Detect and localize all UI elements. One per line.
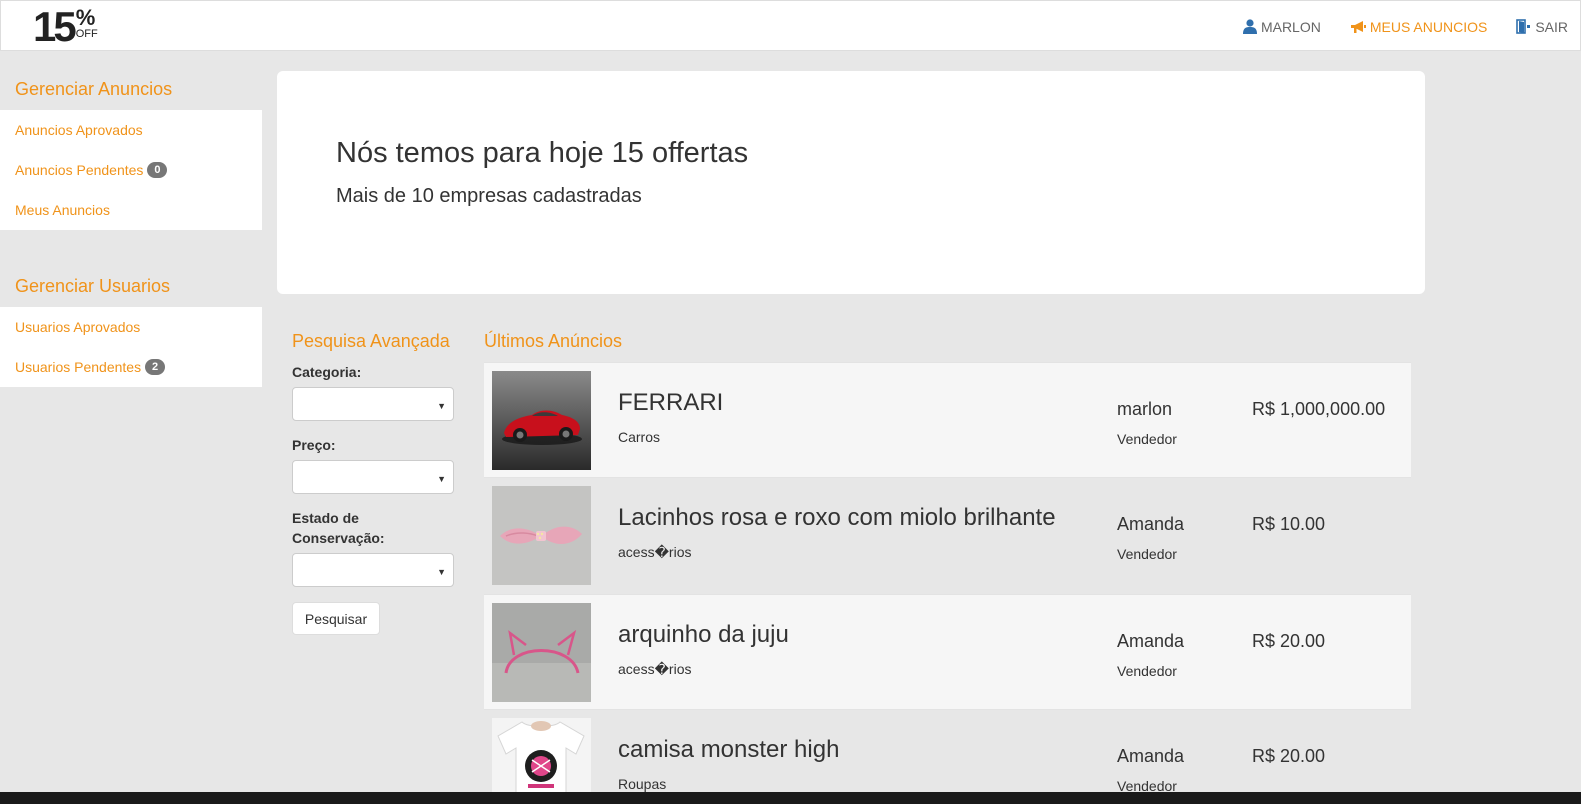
bottom-edge-bar <box>0 792 1581 804</box>
ad-seller: Amanda <box>1117 746 1185 766</box>
sidebar-item-label: Usuarios Pendentes <box>15 359 142 375</box>
search-button[interactable]: Pesquisar <box>292 602 380 635</box>
manage-ads-menu: Anuncios Aprovados Anuncios Pendentes 0 … <box>0 110 262 230</box>
category-select[interactable]: ▼ <box>292 387 454 421</box>
category-label: Categoria: <box>292 364 362 380</box>
pending-users-badge: 2 <box>145 359 166 375</box>
ad-thumbnail-ferrari[interactable] <box>492 371 591 470</box>
nav-links: MARLON MEUS ANUNCIOS SAIR <box>1242 1 1580 52</box>
sidebar-item-label: Meus Anuncios <box>15 202 110 218</box>
ad-row[interactable]: Lacinhos rosa e roxo com miolo brilhante… <box>484 478 1411 594</box>
nav-exit-label: SAIR <box>1535 18 1568 35</box>
sidebar-item-label: Usuarios Aprovados <box>15 319 141 335</box>
ad-category: acess�rios <box>618 661 692 677</box>
ad-price: R$ 10.00 <box>1252 514 1326 534</box>
ad-category: acess�rios <box>618 544 692 560</box>
condition-label: Estado de Conservação: <box>292 508 385 548</box>
pending-ads-badge: 0 <box>147 162 168 178</box>
banner-subtitle: Mais de 10 empresas cadastradas <box>336 185 642 207</box>
ad-seller: Amanda <box>1117 514 1185 534</box>
sidebar-item-my-ads[interactable]: Meus Anuncios <box>0 190 262 230</box>
ad-category: Carros <box>618 429 661 445</box>
logo-off: OFF <box>75 28 98 40</box>
ad-seller-role: Vendedor <box>1117 546 1177 562</box>
nav-my-ads-label: MEUS ANUNCIOS <box>1369 18 1488 35</box>
price-select[interactable]: ▼ <box>292 460 454 494</box>
ad-seller-role: Vendedor <box>1117 431 1177 447</box>
sidebar-item-label: Anuncios Pendentes <box>15 162 144 178</box>
ad-seller-role: Vendedor <box>1117 663 1177 679</box>
ad-price: R$ 20.00 <box>1252 746 1326 766</box>
condition-label-line1: Estado de <box>292 510 359 526</box>
caret-down-icon: ▼ <box>437 474 446 484</box>
manage-users-menu: Usuarios Aprovados Usuarios Pendentes 2 <box>0 307 262 387</box>
caret-down-icon: ▼ <box>437 401 446 411</box>
condition-label-line2: Conservação: <box>292 530 385 546</box>
brand-logo[interactable]: 15 % OFF <box>33 3 98 50</box>
ad-category: Roupas <box>618 776 667 792</box>
ad-price: R$ 1,000,000.00 <box>1252 399 1386 419</box>
top-navbar: 15 % OFF MARLON MEUS ANUNCIOS SAIR <box>0 0 1581 51</box>
door-exit-icon <box>1516 19 1531 34</box>
nav-user-link[interactable]: MARLON <box>1242 18 1321 35</box>
megaphone-icon <box>1350 20 1366 34</box>
ad-title[interactable]: arquinho da juju <box>618 621 789 649</box>
nav-exit-link[interactable]: SAIR <box>1516 19 1568 35</box>
ad-row[interactable]: camisa monster high Roupas Amanda Vended… <box>484 710 1411 804</box>
ad-title[interactable]: camisa monster high <box>618 736 839 764</box>
ad-title[interactable]: FERRARI <box>618 389 723 417</box>
nav-user-label: MARLON <box>1260 18 1321 35</box>
ad-seller: marlon <box>1117 399 1173 419</box>
price-label: Preço: <box>292 437 336 453</box>
user-icon <box>1242 19 1257 34</box>
ad-thumbnail-headband[interactable] <box>492 603 591 702</box>
condition-select[interactable]: ▼ <box>292 553 454 587</box>
banner-title: Nós temos para hoje 15 offertas <box>336 137 749 169</box>
ad-price: R$ 20.00 <box>1252 631 1326 651</box>
caret-down-icon: ▼ <box>437 567 446 577</box>
nav-my-ads-link[interactable]: MEUS ANUNCIOS <box>1350 19 1487 35</box>
sidebar-item-pending-users[interactable]: Usuarios Pendentes 2 <box>0 347 262 387</box>
ad-row[interactable]: arquinho da juju acess�rios Amanda Vende… <box>484 594 1411 710</box>
ad-row[interactable]: FERRARI Carros marlon Vendedor R$ 1,000,… <box>484 362 1411 478</box>
ad-title[interactable]: Lacinhos rosa e roxo com miolo brilhante <box>618 504 1056 532</box>
sidebar-item-label: Anuncios Aprovados <box>15 122 143 138</box>
sidebar-item-pending-ads[interactable]: Anuncios Pendentes 0 <box>0 150 262 190</box>
ad-thumbnail-bow[interactable] <box>492 486 591 585</box>
manage-users-title: Gerenciar Usuarios <box>15 276 171 296</box>
logo-percent: % <box>75 5 96 30</box>
manage-ads-title: Gerenciar Anuncios <box>15 79 173 99</box>
sidebar-item-approved-users[interactable]: Usuarios Aprovados <box>0 307 262 347</box>
logo-number: 15 <box>33 3 77 50</box>
welcome-banner: Nós temos para hoje 15 offertas Mais de … <box>277 71 1425 294</box>
ad-seller: Amanda <box>1117 631 1185 651</box>
sidebar-item-approved-ads[interactable]: Anuncios Aprovados <box>0 110 262 150</box>
latest-ads-title: Últimos Anúncios <box>484 331 623 351</box>
advanced-search-title: Pesquisa Avançada <box>292 331 450 351</box>
